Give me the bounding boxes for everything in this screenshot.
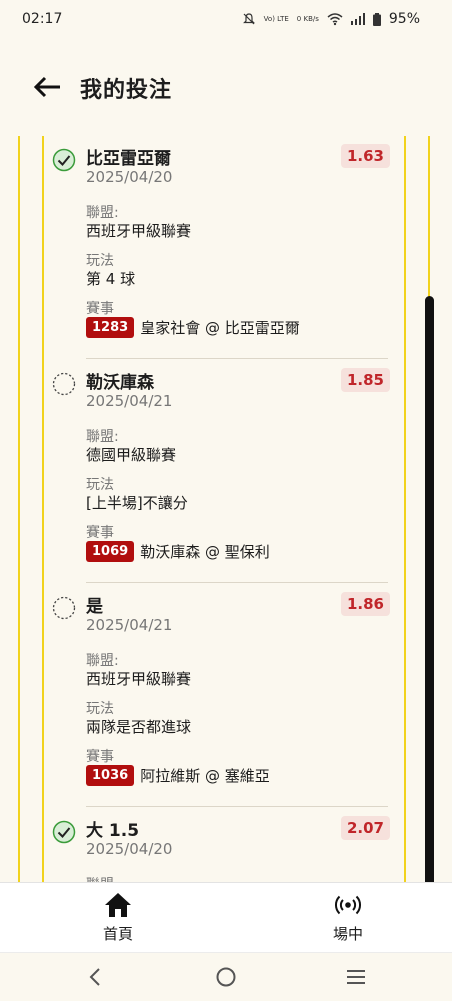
card-divider	[86, 358, 388, 359]
league-label: 聯盟	[86, 874, 114, 882]
event-row: 1283 皇家社會 @ 比亞雷亞爾	[86, 317, 300, 338]
bet-selection: 大 1.5	[86, 821, 140, 841]
odds-badge: 1.63	[340, 144, 390, 168]
event-id-badge: 1283	[86, 317, 135, 338]
check-circle-icon	[52, 148, 76, 172]
system-nav-bar	[0, 952, 452, 1001]
page-title: 我的投注	[80, 78, 173, 103]
bet-date: 2025/04/20	[86, 168, 173, 186]
home-icon	[105, 893, 131, 917]
system-back-icon[interactable]	[84, 965, 108, 989]
bet-date: 2025/04/21	[86, 616, 173, 634]
league-value: 西班牙甲級聯賽	[86, 222, 192, 240]
system-recents-icon[interactable]	[344, 965, 368, 989]
league-label: 聯盟:	[86, 653, 119, 669]
status-icons: Vo) LTE 0 KB/s 95%	[242, 11, 420, 27]
battery-percent: 95%	[388, 11, 420, 27]
bet-selection: 比亞雷亞爾	[86, 149, 171, 169]
bet-selection: 勒沃庫森	[86, 373, 154, 393]
event-id-badge: 1069	[86, 541, 135, 562]
app-header: 我的投注	[0, 40, 452, 136]
nav-live[interactable]: 場中	[308, 891, 388, 944]
mute-icon	[242, 13, 255, 25]
event-label: 賽事	[86, 301, 114, 317]
nav-home-label: 首頁	[102, 925, 133, 943]
play-label: 玩法	[86, 477, 114, 493]
wifi-icon	[327, 13, 343, 26]
signal-icon	[350, 13, 365, 25]
status-time: 02:17	[22, 11, 63, 27]
card-divider	[86, 806, 388, 807]
play-value: [上半場]不讓分	[86, 494, 188, 512]
pending-circle-icon	[52, 372, 76, 396]
league-label: 聯盟:	[86, 429, 119, 445]
match-name: 勒沃庫森 @ 聖保利	[140, 543, 270, 561]
check-circle-icon	[52, 820, 76, 844]
battery-icon	[372, 12, 381, 26]
league-value: 德國甲級聯賽	[86, 446, 177, 464]
play-value: 兩隊是否都進球	[86, 718, 192, 736]
nav-live-label: 場中	[332, 925, 363, 943]
network-type-label: Vo) LTE	[263, 14, 289, 23]
status-bar: 02:17 Vo) LTE 0 KB/s 95%	[0, 0, 452, 40]
bet-list[interactable]: 比亞雷亞爾 2025/04/20 1.63 聯盟: 西班牙甲級聯賽 玩法 第 4…	[0, 136, 452, 882]
play-value: 第 4 球	[86, 270, 136, 288]
league-label: 聯盟:	[86, 205, 119, 221]
odds-badge: 1.86	[340, 592, 390, 616]
card-divider	[86, 582, 388, 583]
bet-date: 2025/04/21	[86, 392, 173, 410]
bet-selection: 是	[86, 597, 103, 617]
pending-circle-icon	[52, 596, 76, 620]
play-label: 玩法	[86, 701, 114, 717]
league-value: 西班牙甲級聯賽	[86, 670, 192, 688]
odds-badge: 2.07	[340, 816, 390, 840]
back-arrow-icon[interactable]	[30, 70, 64, 104]
match-name: 阿拉維斯 @ 塞維亞	[140, 767, 270, 785]
scrollbar[interactable]	[425, 296, 434, 882]
data-rate-label: 0 KB/s	[296, 14, 319, 23]
event-label: 賽事	[86, 525, 114, 541]
odds-badge: 1.85	[340, 368, 390, 392]
play-label: 玩法	[86, 253, 114, 269]
event-row: 1036 阿拉維斯 @ 塞維亞	[86, 765, 270, 786]
bet-date: 2025/04/20	[86, 840, 173, 858]
live-broadcast-icon	[335, 895, 361, 915]
match-name: 皇家社會 @ 比亞雷亞爾	[140, 319, 300, 337]
event-label: 賽事	[86, 749, 114, 765]
nav-home[interactable]: 首頁	[78, 891, 158, 944]
event-row: 1069 勒沃庫森 @ 聖保利	[86, 541, 270, 562]
bottom-nav: 首頁 場中	[0, 882, 452, 953]
system-home-icon[interactable]	[214, 965, 238, 989]
event-id-badge: 1036	[86, 765, 135, 786]
